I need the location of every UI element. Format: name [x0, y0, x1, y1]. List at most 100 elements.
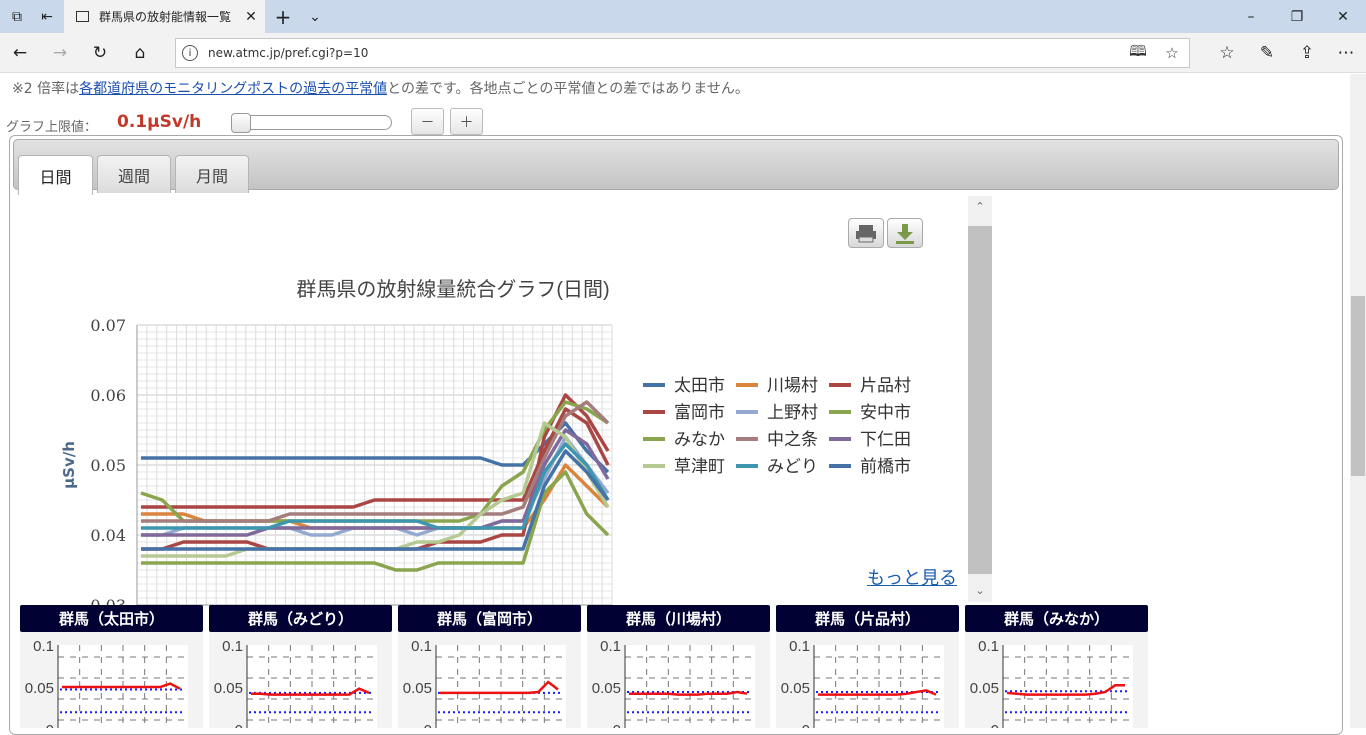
page-content: ※2 倍率は各都道府県のモニタリングポストの過去の平常値との差です。各地点ごとの…	[0, 74, 1350, 735]
mini-tick-label: 0	[46, 722, 54, 728]
page-icon	[76, 11, 89, 22]
restore-icon[interactable]: ❐	[1274, 0, 1320, 33]
rate-note: ※2 倍率は各都道府県のモニタリングポストの過去の平常値との差です。各地点ごとの…	[12, 78, 749, 98]
mini-tick-label: 0.1	[978, 638, 999, 655]
share-icon[interactable]: ⇪	[1287, 33, 1327, 73]
chart-title: 群馬県の放射線量統合グラフ(日間)	[296, 278, 609, 301]
graph-limit-slider[interactable]	[231, 113, 392, 133]
legend-label: 下仁田	[860, 430, 911, 450]
mini-tick-label: 0.1	[789, 638, 810, 655]
mini-chart: 0.1 0.05 0	[587, 632, 770, 728]
close-tab-icon[interactable]: ✕	[237, 9, 265, 25]
limit-decrease-button[interactable]: －	[411, 108, 444, 135]
mini-chart-card[interactable]: 群馬（みどり） 0.1 0.05 0	[209, 605, 392, 728]
mini-chart-card[interactable]: 群馬（みなか） 0.1 0.05 0	[965, 605, 1148, 728]
refresh-icon[interactable]: ↻	[80, 33, 120, 73]
site-info-icon[interactable]: i	[182, 45, 198, 61]
set-aside-tabs-icon[interactable]: ⇤	[32, 0, 62, 33]
minimize-icon[interactable]: –	[1228, 0, 1274, 33]
legend-label: 草津町	[674, 457, 725, 477]
home-icon[interactable]: ⌂	[120, 33, 160, 73]
browser-tab-title: 群馬県の放射能情報一覧	[99, 10, 232, 24]
print-button[interactable]	[848, 218, 884, 248]
mini-chart-card[interactable]: 群馬（太田市） 0.1 0.05 0	[20, 605, 203, 728]
mini-tick-label: 0.05	[781, 680, 810, 697]
integrated-graph-frame: 群馬県の放射線量統合グラフ(日間)0.070.060.050.040.0312:…	[10, 196, 993, 629]
y-tick-label: 0.06	[90, 386, 126, 405]
mini-tick-label: 0.05	[970, 680, 999, 697]
normal-value-link[interactable]: 各都道府県のモニタリングポストの過去の平常値	[79, 81, 387, 97]
legend-label: 前橋市	[860, 457, 911, 477]
y-tick-label: 0.05	[90, 456, 126, 475]
note-prefix: ※2 倍率は	[12, 81, 80, 97]
reading-view-icon[interactable]: 🕮	[1121, 41, 1155, 66]
y-tick-label: 0.04	[90, 526, 126, 545]
mini-chart: 0.1 0.05 0	[20, 632, 203, 728]
mini-chart-title: 群馬（富岡市）	[398, 605, 581, 632]
mini-chart-title: 群馬（みどり）	[209, 605, 392, 632]
address-bar[interactable]: i new.atmc.jp/pref.cgi?p=10 🕮 ☆	[175, 38, 1190, 68]
slider-handle[interactable]	[231, 113, 251, 133]
mini-tick-label: 0	[613, 722, 621, 728]
mini-chart-card[interactable]: 群馬（片品村） 0.1 0.05 0	[776, 605, 959, 728]
mini-tick-label: 0.05	[403, 680, 432, 697]
mini-chart-title: 群馬（川場村）	[587, 605, 770, 632]
browser-toolbar: ← → ↻ ⌂ i new.atmc.jp/pref.cgi?p=10 🕮 ☆ …	[0, 33, 1366, 73]
mini-tick-label: 0.1	[222, 638, 243, 655]
graph-limit-value: 0.1μSv/h	[117, 112, 202, 132]
back-icon[interactable]: ←	[0, 33, 40, 73]
scroll-down-icon[interactable]: ⌄	[968, 580, 992, 602]
y-tick-label: 0.07	[90, 316, 126, 335]
legend-label: 片品村	[860, 376, 911, 396]
close-window-icon[interactable]: ✕	[1320, 0, 1366, 33]
pen-icon[interactable]: ✎	[1247, 33, 1287, 73]
mini-tick-label: 0.05	[214, 680, 243, 697]
url-text: new.atmc.jp/pref.cgi?p=10	[208, 46, 369, 60]
mini-chart-title: 群馬（片品村）	[776, 605, 959, 632]
graph-limit-label: グラフ上限値：	[6, 120, 98, 135]
mini-chart-title: 群馬（太田市）	[20, 605, 203, 632]
mini-tick-label: 0.05	[25, 680, 54, 697]
mini-chart: 0.1 0.05 0	[776, 632, 959, 728]
graph-scrollbar[interactable]: ⌃ ⌄	[968, 196, 992, 602]
graph-scroll-thumb[interactable]	[968, 226, 992, 574]
legend-label: 富岡市	[674, 403, 725, 423]
page-scroll-thumb[interactable]	[1351, 296, 1365, 476]
favorite-star-icon[interactable]: ☆	[1155, 44, 1189, 62]
more-menu-icon[interactable]: ⋯	[1326, 33, 1366, 73]
mini-chart-card[interactable]: 群馬（富岡市） 0.1 0.05 0	[398, 605, 581, 728]
chart-legend: 太田市 川場村 片品村富岡市 上野村 安中市みなか 中之条 下仁田草津町 みどり 前橋市	[643, 376, 911, 477]
new-tab-icon[interactable]: +	[268, 0, 298, 33]
legend-label: みなか	[674, 430, 725, 450]
scroll-up-icon[interactable]: ⌃	[968, 196, 992, 218]
tab-list-icon[interactable]: ⧉	[2, 0, 32, 33]
page-scrollbar[interactable]	[1350, 74, 1366, 728]
legend-label: 上野村	[767, 403, 818, 423]
browser-titlebar: ⧉ ⇤ 群馬県の放射能情報一覧 ✕ + ⌄ – ❐ ✕	[0, 0, 1366, 33]
limit-increase-button[interactable]: ＋	[450, 108, 483, 135]
mini-tick-label: 0	[235, 722, 243, 728]
mini-chart: 0.1 0.05 0	[209, 632, 392, 728]
mini-tick-label: 0.05	[592, 680, 621, 697]
integrated-line-chart: 群馬県の放射線量統合グラフ(日間)0.070.060.050.040.0312:…	[60, 278, 911, 629]
mini-tick-label: 0.1	[411, 638, 432, 655]
legend-label: 太田市	[674, 376, 725, 396]
mini-chart-title: 群馬（みなか）	[965, 605, 1148, 632]
forward-icon[interactable]: →	[40, 33, 80, 73]
legend-label: 川場村	[767, 376, 818, 396]
tab-monthly[interactable]: 月間	[175, 155, 249, 193]
tab-weekly[interactable]: 週間	[97, 155, 171, 193]
note-suffix: との差です。各地点ごとの平常値との差ではありません。	[387, 81, 749, 97]
browser-tab-active[interactable]: 群馬県の放射能情報一覧 ✕	[64, 0, 265, 33]
download-button[interactable]	[887, 218, 923, 248]
mini-chart-card[interactable]: 群馬（川場村） 0.1 0.05 0	[587, 605, 770, 728]
period-tab-strip: 日間 週間 月間	[13, 139, 1339, 195]
more-link[interactable]: もっと見る	[867, 564, 957, 590]
y-axis-title: μSv/h	[60, 441, 78, 489]
favorites-list-icon[interactable]: ☆	[1207, 33, 1247, 73]
tab-daily[interactable]: 日間	[18, 155, 93, 195]
legend-label: みどり	[767, 457, 818, 477]
legend-label: 安中市	[860, 403, 911, 423]
mini-tick-label: 0.1	[33, 638, 54, 655]
chevron-down-icon[interactable]: ⌄	[300, 0, 330, 33]
